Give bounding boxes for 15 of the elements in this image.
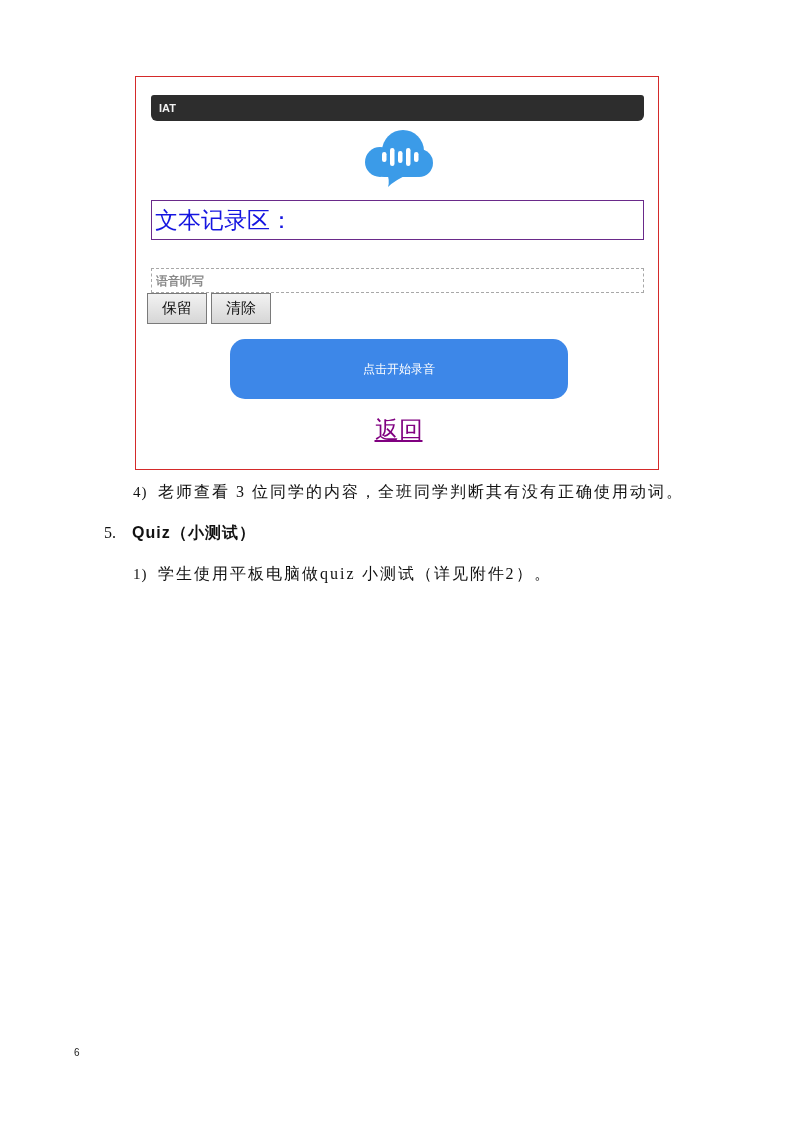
back-link[interactable]: 返回 — [374, 415, 423, 445]
step-text: 学生使用平板电脑做quiz 小测试（详见附件2）。 — [158, 564, 552, 585]
keep-button[interactable]: 保留 — [147, 293, 207, 324]
step-text: 老师查看 3 位同学的内容，全班同学判断其有没有正确使用动词。 — [158, 482, 684, 502]
page-number: 6 — [74, 1047, 80, 1058]
list-number: 5. — [104, 524, 117, 542]
list-number: 1) — [133, 566, 149, 583]
record-button[interactable]: 点击开始录音 — [229, 339, 568, 399]
transcript-label: 文本记录区： — [155, 206, 293, 234]
clear-button[interactable]: 清除 — [211, 293, 271, 324]
speech-cloud-icon — [364, 130, 433, 187]
app-title: IAT — [159, 102, 176, 114]
section-heading: Quiz（小测试） — [132, 523, 256, 543]
dictation-input[interactable]: 语音听写 — [151, 268, 644, 293]
list-number: 4) — [133, 484, 149, 501]
